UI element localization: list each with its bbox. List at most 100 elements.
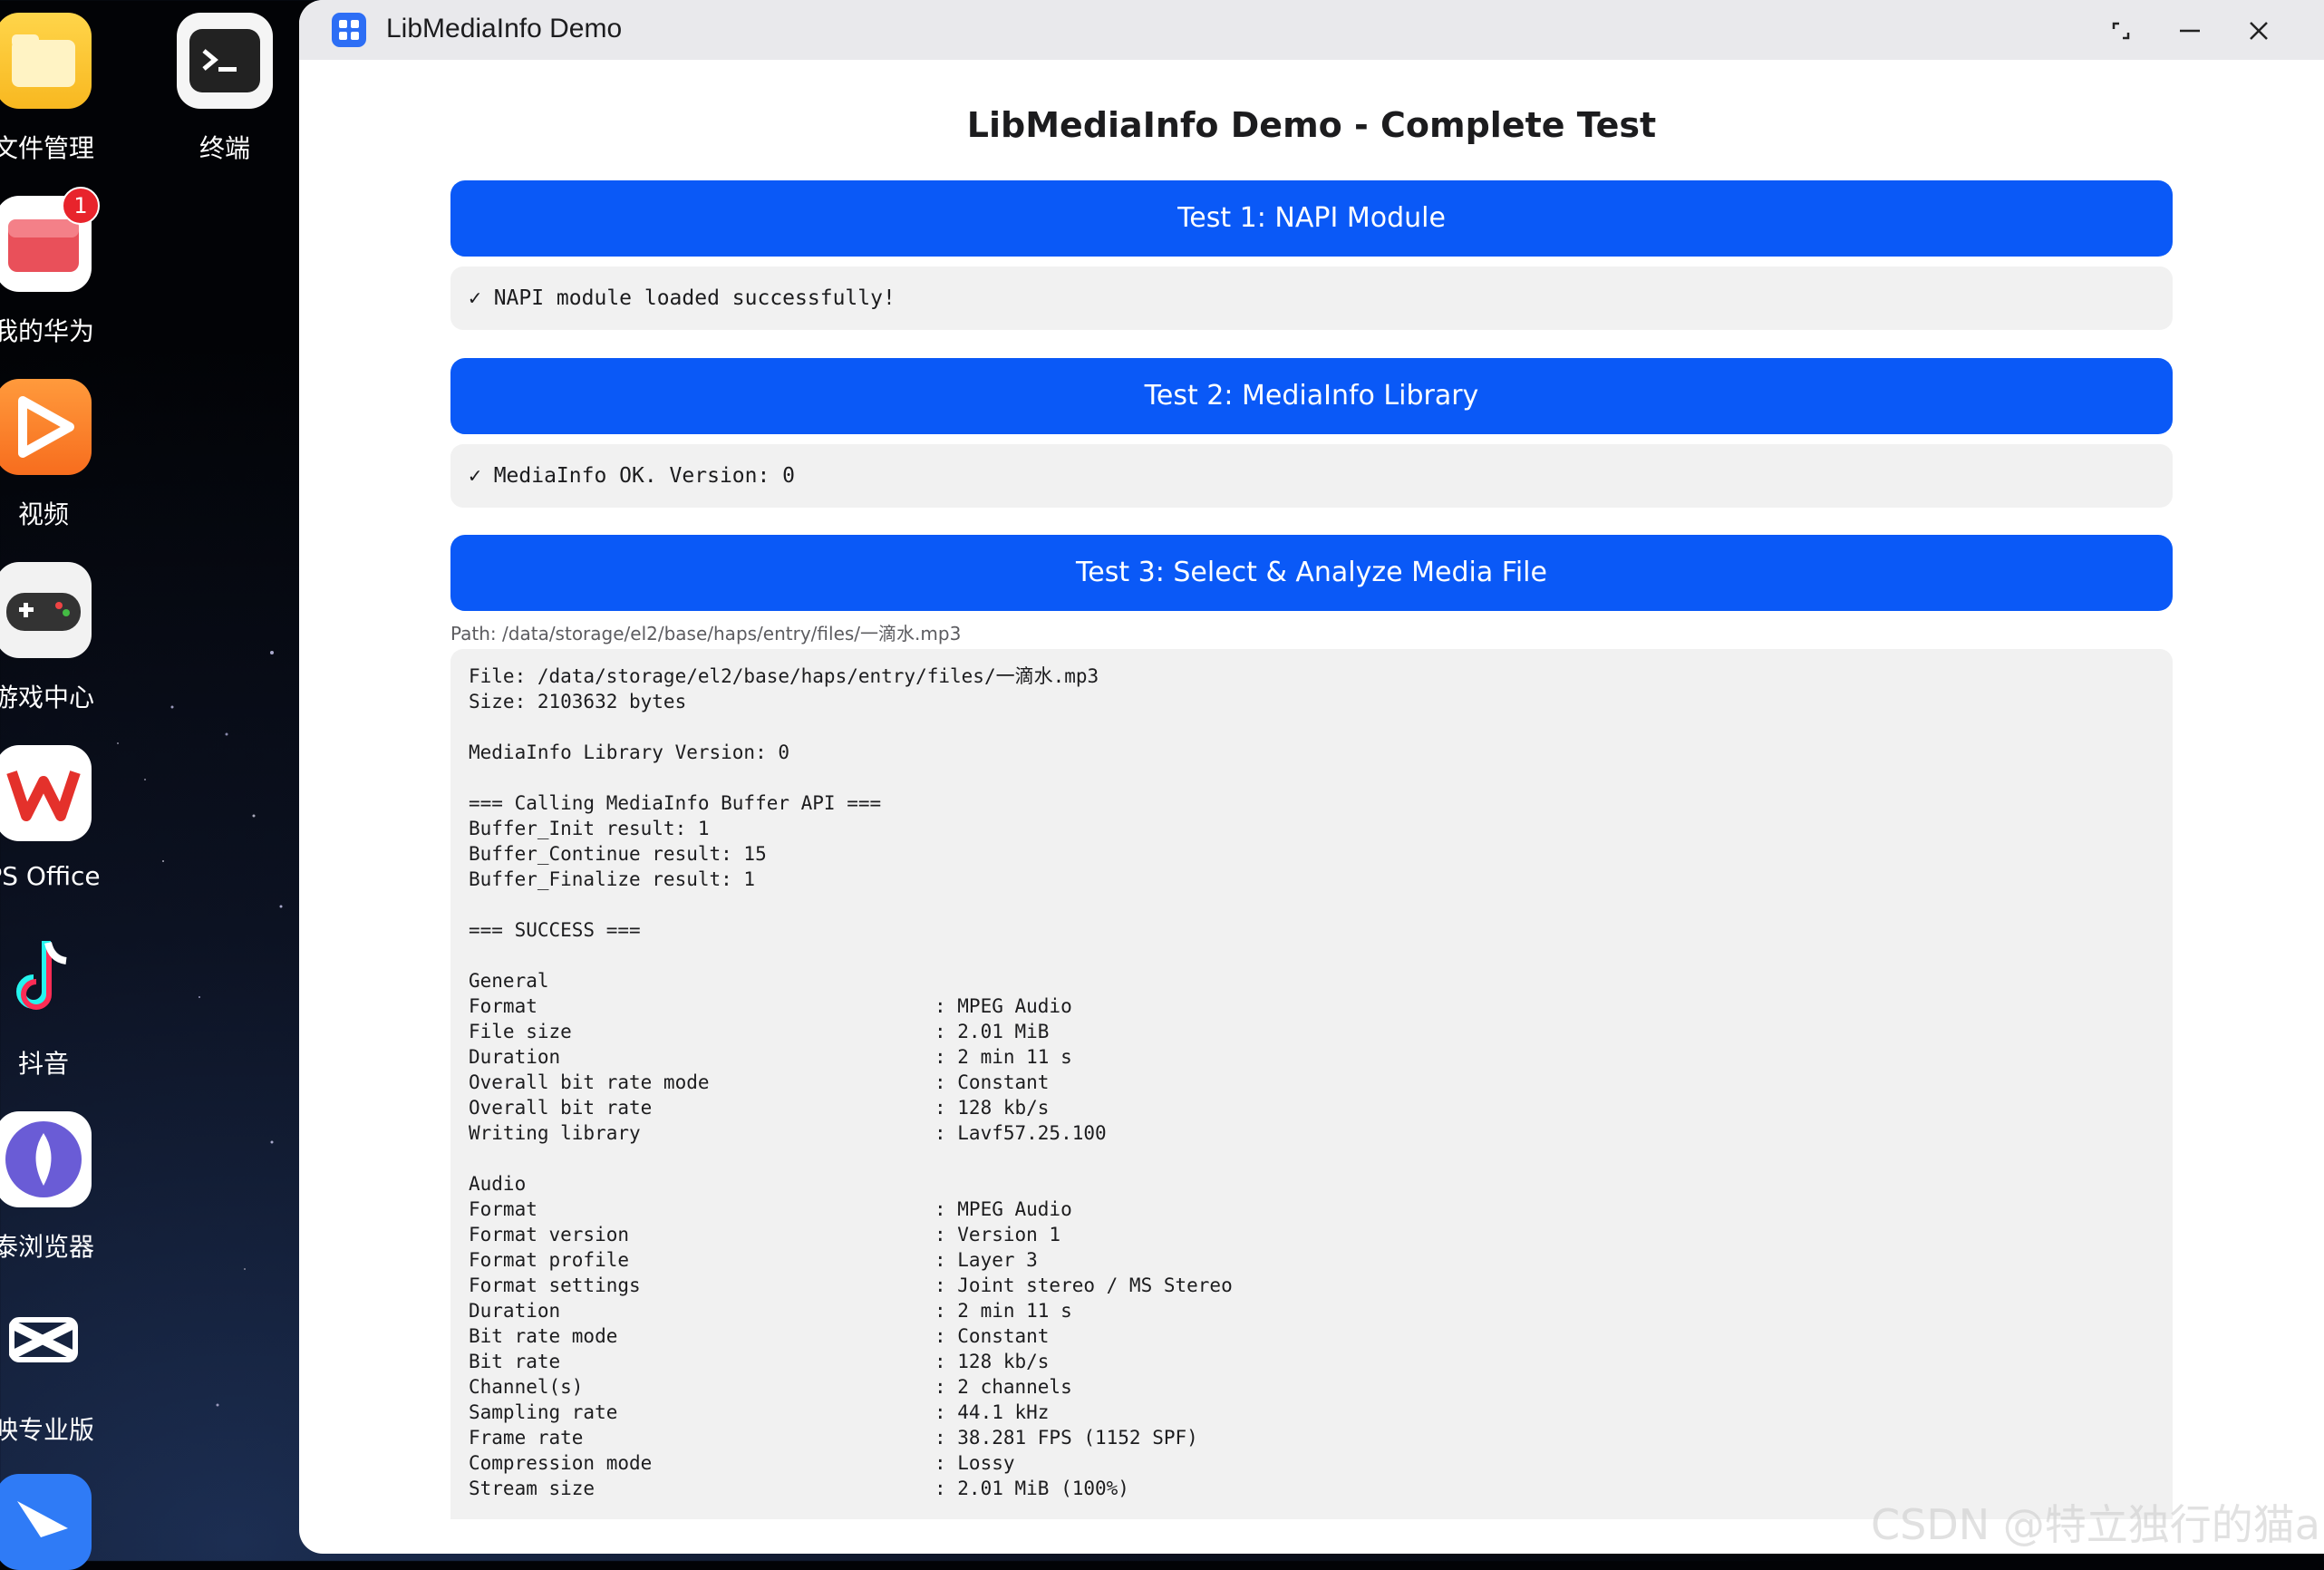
output-line: === Calling MediaInfo Buffer API ===	[469, 792, 882, 814]
info-row: Duration: 2 min 11 s	[469, 1044, 2155, 1070]
test1-napi-button[interactable]: Test 1: NAPI Module	[450, 180, 2173, 257]
info-value: : 2 channels	[934, 1376, 1072, 1398]
info-value: : Constant	[934, 1325, 1050, 1347]
desktop-app-label: 文件管理	[0, 133, 94, 163]
info-key: Duration	[469, 1300, 561, 1322]
info-key: Writing library	[469, 1122, 641, 1144]
desktop-app-label: 抖音	[17, 1049, 69, 1079]
info-key: Format	[469, 995, 537, 1017]
desktop-app-game-center[interactable]: 游戏中心	[0, 562, 125, 716]
info-key: Overall bit rate mode	[469, 1071, 710, 1093]
gamepad-icon	[0, 562, 92, 658]
desktop-app-video[interactable]: 视频	[0, 379, 125, 533]
watermark: CSDN @特立独行的猫a	[1871, 1500, 2320, 1549]
info-value: : Lossy	[934, 1452, 1015, 1474]
info-row: Channel(s) : 2 channels	[469, 1374, 2155, 1400]
info-value: : Joint stereo / MS Stereo	[934, 1274, 1233, 1296]
info-row: Bit rate: 128 kb/s	[469, 1349, 2155, 1374]
tiktok-icon	[0, 928, 92, 1024]
info-row: Compression mode : Lossy	[469, 1450, 2155, 1476]
info-row: Writing library : Lavf57.25.100	[469, 1120, 2155, 1146]
video-play-icon	[0, 379, 92, 475]
info-key: Frame rate	[469, 1427, 584, 1449]
info-key: Compression mode	[469, 1452, 653, 1474]
info-key: Stream size	[469, 1478, 596, 1499]
close-icon[interactable]	[2241, 13, 2277, 49]
desktop-app-label: 泰浏览器	[0, 1232, 94, 1262]
desktop-app-feishu[interactable]	[0, 1474, 125, 1570]
desktop-app-wps-office[interactable]: PS Office	[0, 745, 125, 899]
info-row: Format : MPEG Audio	[469, 993, 2155, 1019]
info-value: : Version 1	[934, 1224, 1061, 1245]
info-value: : MPEG Audio	[934, 995, 1072, 1017]
desktop-app-my-huawei[interactable]: 1 我的华为	[0, 187, 125, 350]
test1-result: ✓ NAPI module loaded successfully!	[450, 267, 2173, 330]
info-key: Bit rate	[469, 1351, 561, 1372]
info-key: Format	[469, 1198, 537, 1220]
output-header: File: /data/storage/el2/base/haps/entry/…	[469, 664, 2155, 968]
terminal-icon	[177, 13, 273, 109]
info-value: : Layer 3	[934, 1249, 1038, 1271]
info-row: Format settings: Joint stereo / MS Stere…	[469, 1273, 2155, 1298]
section-title-general: General	[469, 970, 549, 992]
info-value: : 38.281 FPS (1152 SPF)	[934, 1427, 1198, 1449]
desktop-app-label: 终端	[199, 133, 250, 163]
output-line: File: /data/storage/el2/base/haps/entry/…	[469, 665, 1099, 687]
output-line: Buffer_Continue result: 15	[469, 843, 767, 865]
info-row: Duration : 2 min 11 s	[469, 1298, 2155, 1323]
file-path-label: Path: /data/storage/el2/base/haps/entry/…	[450, 623, 962, 644]
app-window: LibMediaInfo Demo LibMediaInfo Demo - Co…	[299, 0, 2324, 1554]
output-line: === SUCCESS ===	[469, 919, 641, 941]
desktop-app-label: 映专业版	[0, 1415, 94, 1445]
info-value: : Lavf57.25.100	[934, 1122, 1107, 1144]
folder-icon	[0, 13, 92, 109]
info-row: Format version : Version 1	[469, 1222, 2155, 1247]
desktop-app-capcut[interactable]: 映专业版	[0, 1294, 125, 1449]
restore-icon[interactable]	[2103, 13, 2139, 49]
info-key: File size	[469, 1021, 572, 1042]
test2-mediainfo-button[interactable]: Test 2: MediaInfo Library	[450, 358, 2173, 434]
desktop-app-label: 我的华为	[0, 316, 94, 346]
info-row: Frame rate : 38.281 FPS (1152 SPF)	[469, 1425, 2155, 1450]
info-row: Bit rate mode : Constant	[469, 1323, 2155, 1349]
section-title-audio: Audio	[469, 1173, 527, 1195]
info-key: Channel(s)	[469, 1376, 584, 1398]
info-row: Sampling rate : 44.1 kHz	[469, 1400, 2155, 1425]
title-bar[interactable]: LibMediaInfo Demo	[299, 0, 2324, 60]
info-row: Overall bit rate: 128 kb/s	[469, 1095, 2155, 1120]
info-value: : 2.01 MiB (100%)	[934, 1478, 1129, 1499]
info-value: : MPEG Audio	[934, 1198, 1072, 1220]
desktop-app-label: PS Office	[0, 861, 101, 891]
desktop-app-files[interactable]: 文件管理	[0, 13, 125, 167]
output-line: Buffer_Finalize result: 1	[469, 868, 756, 890]
minimize-icon[interactable]	[2172, 13, 2208, 49]
info-value: : 2.01 MiB	[934, 1021, 1050, 1042]
info-row: Overall bit rate mode : Constant	[469, 1070, 2155, 1095]
info-value: : Constant	[934, 1071, 1050, 1093]
info-value: : 2 min 11 s	[934, 1300, 1072, 1322]
info-key: Format profile	[469, 1249, 630, 1271]
test3-analyze-button[interactable]: Test 3: Select & Analyze Media File	[450, 535, 2173, 611]
capcut-icon	[0, 1294, 92, 1391]
desktop-app-terminal[interactable]: 终端	[143, 13, 306, 167]
info-key: Format version	[469, 1224, 630, 1245]
wps-icon	[0, 745, 92, 841]
app-logo-icon	[332, 13, 366, 47]
desktop-app-douyin[interactable]: 抖音	[0, 928, 125, 1082]
page-title: LibMediaInfo Demo - Complete Test	[966, 105, 1657, 145]
output-line: Buffer_Init result: 1	[469, 818, 710, 839]
info-value: : 44.1 kHz	[934, 1401, 1050, 1423]
desktop-app-browser[interactable]: 泰浏览器	[0, 1111, 125, 1265]
info-key: Bit rate mode	[469, 1325, 618, 1347]
info-key: Sampling rate	[469, 1401, 618, 1423]
window-title: LibMediaInfo Demo	[386, 14, 623, 44]
desktop-app-label: 游戏中心	[0, 683, 94, 712]
browser-icon	[0, 1111, 92, 1207]
feishu-icon	[0, 1474, 92, 1570]
general-section: Format : MPEG Audio File size : 2.01 MiB Dur…	[469, 993, 2155, 1146]
